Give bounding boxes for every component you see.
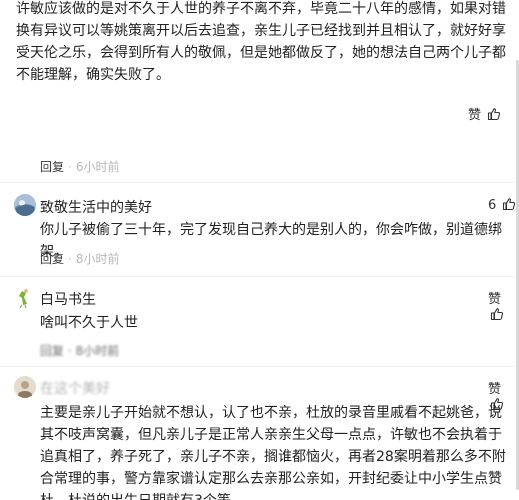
comment-3-like-button[interactable]: 赞 <box>488 288 519 325</box>
comment-1-time: 6小时前 <box>75 160 120 174</box>
thumbs-up-icon <box>487 107 501 125</box>
comment-2-meta: 回复 · 8小时前 <box>40 250 119 267</box>
comment-1-reply-button[interactable]: 回复 <box>40 160 64 174</box>
comment-1-like-button[interactable]: 赞 <box>468 104 501 125</box>
avatar-image <box>14 287 36 309</box>
comment-3-like-label: 赞 <box>488 292 502 307</box>
comment-1-like-label: 赞 <box>468 108 482 123</box>
comment-3-text: 啥叫不久于人世 <box>40 315 138 331</box>
thumbs-up-icon <box>502 197 516 215</box>
divider <box>0 366 519 367</box>
comment-3-meta: 回复 · 8小时前 <box>40 344 120 358</box>
separator-dot: · <box>68 160 72 174</box>
avatar-image <box>14 376 36 398</box>
comment-2-like-count: 6 <box>488 198 497 213</box>
divider <box>0 182 519 183</box>
comment-2-username[interactable]: 致敬生活中的美好 <box>40 197 152 217</box>
comment-1-meta: 回复 · 6小时前 <box>40 158 119 175</box>
comment-2-like-button[interactable]: 6 <box>488 197 516 215</box>
comment-2-time: 8小时前 <box>75 252 120 266</box>
comment-4-username[interactable]: 在这个美好 <box>40 378 110 398</box>
comment-1-text: 许敏应该做的是对不久于人世的养子不离不弃，毕竟二十八年的感情，如果对错换有异议可… <box>16 1 506 83</box>
avatar-image <box>14 194 36 216</box>
divider <box>0 276 519 277</box>
comment-2-reply-button[interactable]: 回复 <box>40 252 64 266</box>
comment-4-like-label: 赞 <box>488 382 502 397</box>
comment-3-username[interactable]: 白马书生 <box>40 289 96 309</box>
avatar[interactable] <box>14 194 36 216</box>
thumbs-up-icon <box>490 307 504 325</box>
avatar[interactable] <box>14 376 36 398</box>
avatar[interactable] <box>14 287 36 309</box>
separator-dot: · <box>68 252 72 266</box>
comment-4-text: 主要是亲儿子开始就不想认，认了也不亲，杜放的录音里戚看不起姚爸，说其不吱声窝囊，… <box>40 405 506 500</box>
